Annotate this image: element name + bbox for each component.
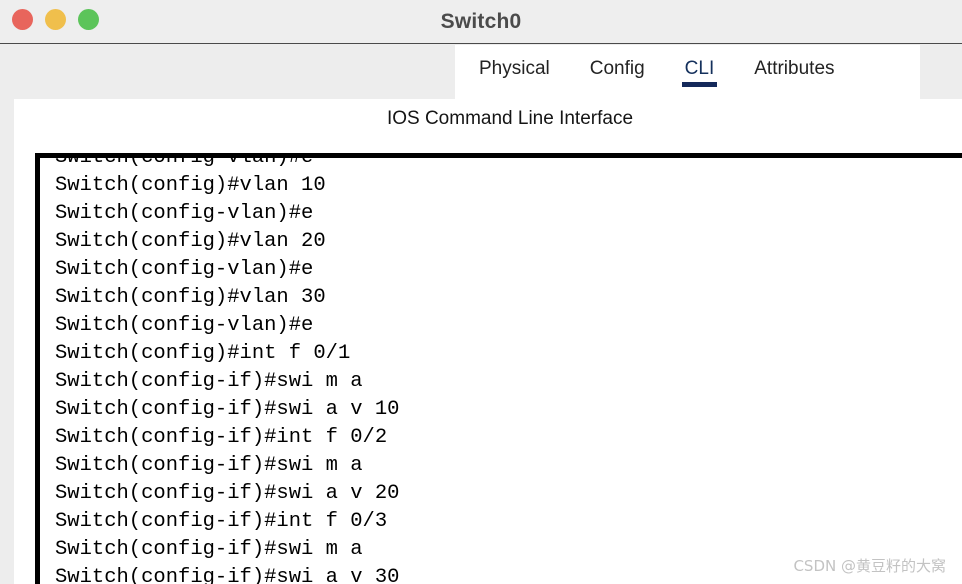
app-body: Physical Config CLI Attributes IOS Comma…	[0, 45, 962, 584]
terminal-line: Switch(config)#int f 0/1	[55, 342, 351, 365]
terminal-line: Switch(config)#vlan 30	[55, 286, 326, 309]
tab-bar: Physical Config CLI Attributes	[455, 45, 920, 99]
terminal-line: Switch(config-if)#swi a v 10	[55, 398, 400, 421]
terminal-line: Switch(config-if)#swi m a	[55, 370, 363, 393]
terminal-line: Switch(config-if)#swi a v 30	[55, 566, 400, 584]
terminal-line-clipped: Switch(config-vlan)#e	[55, 153, 314, 169]
terminal-line: Switch(config-if)#swi a v 20	[55, 482, 400, 505]
terminal-output: Switch(config-vlan)#e Switch(config)#vla…	[45, 153, 955, 584]
terminal-line: Switch(config-if)#int f 0/3	[55, 510, 388, 533]
tab-attributes-label: Attributes	[754, 58, 835, 79]
cli-heading: IOS Command Line Interface	[386, 108, 634, 129]
terminal-line: Switch(config-if)#swi m a	[55, 538, 363, 561]
tab-physical[interactable]: Physical	[479, 58, 550, 86]
terminal-line: Switch(config)#vlan 20	[55, 230, 326, 253]
terminal-line: Switch(config-vlan)#e	[55, 258, 314, 281]
window-titlebar: Switch0	[0, 0, 962, 44]
tab-config[interactable]: Config	[590, 58, 645, 86]
cli-panel: IOS Command Line Interface Switch(config…	[14, 99, 962, 584]
tab-cli-label: CLI	[684, 58, 715, 79]
tab-physical-label: Physical	[479, 58, 550, 79]
terminal-line: Switch(config-if)#int f 0/2	[55, 426, 388, 449]
terminal-line: Switch(config-vlan)#e	[55, 314, 314, 337]
active-tab-indicator	[681, 82, 718, 87]
tab-cli[interactable]: CLI	[681, 58, 718, 87]
window-title: Switch0	[440, 10, 522, 33]
terminal-line: Switch(config-if)#swi m a	[55, 454, 363, 477]
tab-config-label: Config	[589, 58, 645, 79]
tab-attributes[interactable]: Attributes	[754, 58, 834, 86]
cli-terminal[interactable]: Switch(config-vlan)#e Switch(config)#vla…	[35, 153, 962, 584]
terminal-line: Switch(config)#vlan 10	[55, 174, 326, 197]
terminal-line: Switch(config-vlan)#e	[55, 202, 314, 225]
